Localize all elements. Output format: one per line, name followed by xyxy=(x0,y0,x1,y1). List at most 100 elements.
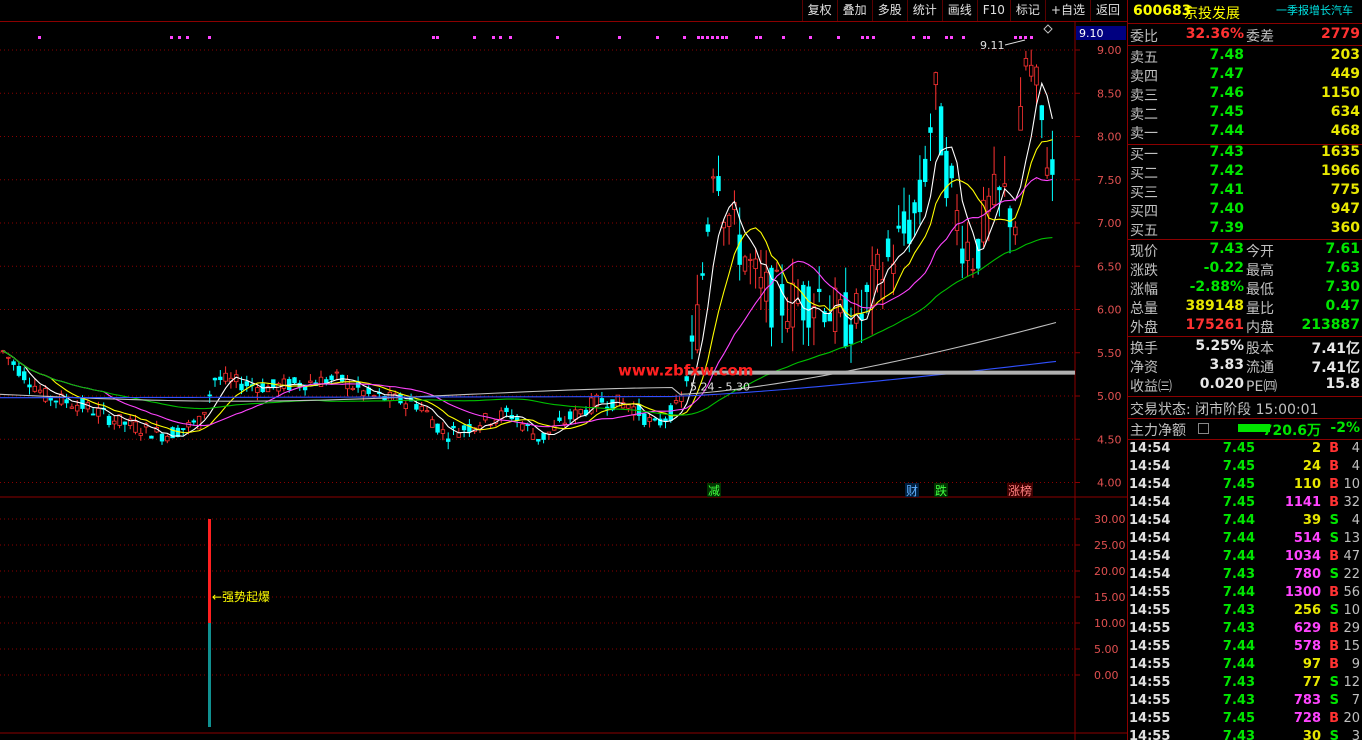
ask-row[interactable]: 卖一 7.44 468 xyxy=(1128,123,1362,142)
trade-time: 14:55 xyxy=(1129,729,1171,740)
toolbar-button[interactable]: +自选 xyxy=(1044,0,1090,21)
trade-row: 14:55 7.43 256 S 10 xyxy=(1128,603,1362,621)
trade-row: 14:55 7.43 77 S 12 xyxy=(1128,675,1362,693)
signal-marker xyxy=(432,36,435,39)
candle-body xyxy=(498,410,504,420)
diamond-icon[interactable] xyxy=(1043,24,1053,34)
candle-body xyxy=(271,379,276,388)
candle-body xyxy=(403,403,408,409)
detail-icon[interactable] xyxy=(1198,423,1209,434)
trade-count: 12 xyxy=(1343,675,1360,690)
news-ticker[interactable]: 一季报增长汽车 xyxy=(1276,2,1353,18)
price-range-label: 5.24 - 5.30 xyxy=(690,381,750,394)
bid-row[interactable]: 买一 7.43 1635 xyxy=(1128,144,1362,163)
trade-side: B xyxy=(1329,639,1339,654)
trade-side: B xyxy=(1329,657,1339,672)
price-tick-label: 4.00 xyxy=(1097,477,1122,490)
ma20-line xyxy=(2,176,1053,428)
main-flow-value: -720.6万 xyxy=(1256,423,1321,439)
toolbar-button[interactable]: 返回 xyxy=(1089,0,1125,21)
trade-volume: 514 xyxy=(1293,531,1321,546)
trade-time: 14:54 xyxy=(1129,459,1171,474)
trade-volume: 1034 xyxy=(1284,549,1321,564)
field-label: 涨跌 xyxy=(1130,263,1158,279)
bid-row[interactable]: 买二 7.42 1966 xyxy=(1128,163,1362,182)
trade-count: 32 xyxy=(1343,495,1360,510)
signal-marker xyxy=(556,36,559,39)
trade-count: 3 xyxy=(1351,729,1360,740)
candle-body xyxy=(986,195,991,212)
trade-time: 14:55 xyxy=(1129,639,1171,654)
candle-body xyxy=(896,225,901,229)
quote-row: 总量 389148 量比 0.47 xyxy=(1128,298,1362,317)
trade-time: 14:55 xyxy=(1129,585,1171,600)
trade-price: 7.45 xyxy=(1222,711,1255,726)
candle-body xyxy=(705,224,711,232)
candle-body xyxy=(191,420,196,423)
divider xyxy=(1128,45,1362,46)
indicator-tick-label: 5.00 xyxy=(1094,643,1119,656)
candle-body xyxy=(907,219,912,244)
field-value: 15.8 xyxy=(1325,376,1360,392)
trade-side: S xyxy=(1329,531,1339,546)
quote-row: 外盘 175261 内盘 213887 xyxy=(1128,317,1362,336)
candle-body xyxy=(917,179,923,213)
candle-body xyxy=(244,381,249,387)
bid-row[interactable]: 买五 7.39 360 xyxy=(1128,220,1362,239)
ask-row[interactable]: 卖三 7.46 1150 xyxy=(1128,85,1362,104)
field-value: 389148 xyxy=(1185,298,1244,314)
indicator-annotation: ←强势起爆 xyxy=(212,590,270,604)
candle-body xyxy=(133,421,138,433)
bid-row[interactable]: 买三 7.41 775 xyxy=(1128,182,1362,201)
level-volume: 1635 xyxy=(1321,144,1360,160)
trade-side: S xyxy=(1329,675,1339,690)
level-label: 卖一 xyxy=(1130,126,1158,142)
field-value: 7.41亿 xyxy=(1311,341,1360,357)
candle-body xyxy=(928,127,933,133)
main-flow-pct: -2% xyxy=(1330,420,1360,436)
ask-row[interactable]: 卖四 7.47 449 xyxy=(1128,66,1362,85)
level-volume: 634 xyxy=(1330,104,1360,120)
candle-body xyxy=(679,395,684,402)
candle-body xyxy=(37,389,43,393)
stock-name[interactable]: 京投发展 xyxy=(1184,3,1240,23)
trade-count: 7 xyxy=(1351,693,1360,708)
toolbar-button[interactable]: 多股 xyxy=(871,0,907,21)
toolbar-button[interactable]: 标记 xyxy=(1009,0,1045,21)
quote-panel: 600683 京投发展 一季报增长汽车 委比 32.36% 委差 2779 卖五… xyxy=(1127,0,1362,740)
trade-count: 22 xyxy=(1343,567,1360,582)
trade-volume: 97 xyxy=(1302,657,1321,672)
candle-body xyxy=(75,404,80,412)
trade-count: 4 xyxy=(1351,441,1360,456)
candle-body xyxy=(695,304,700,351)
toolbar-button[interactable]: F10 xyxy=(976,0,1010,21)
candle-body xyxy=(711,176,716,179)
toolbar-button[interactable]: 叠加 xyxy=(836,0,872,21)
candle-body xyxy=(424,410,430,413)
event-marker: 减 xyxy=(708,484,720,498)
divider xyxy=(1128,396,1362,397)
toolbar-button[interactable]: 画线 xyxy=(941,0,977,21)
trade-row: 14:55 7.44 578 B 15 xyxy=(1128,639,1362,657)
indicator-tick-label: 20.00 xyxy=(1094,565,1126,578)
trade-volume: 39 xyxy=(1302,513,1321,528)
signal-marker xyxy=(945,36,948,39)
candle-body xyxy=(965,241,970,261)
candle-body xyxy=(801,284,806,321)
kline-chart[interactable]: 9.00 8.50 8.00 7.50 7.00 6.50 6.00 5.50 5.00 4.50… xyxy=(0,22,1127,740)
level-label: 买一 xyxy=(1130,147,1158,163)
signal-marker xyxy=(697,36,700,39)
field-label: 现价 xyxy=(1130,244,1158,260)
candle-body xyxy=(451,425,456,429)
ask-row[interactable]: 卖五 7.48 203 xyxy=(1128,47,1362,66)
trade-time: 14:55 xyxy=(1129,693,1171,708)
toolbar-button[interactable]: 复权 xyxy=(801,0,837,21)
stock-code[interactable]: 600683 xyxy=(1133,3,1191,19)
bid-row[interactable]: 买四 7.40 947 xyxy=(1128,201,1362,220)
toolbar-button[interactable]: 统计 xyxy=(906,0,942,21)
stats-row: 净资 3.83 流通 7.41亿 xyxy=(1128,357,1362,376)
ask-row[interactable]: 卖二 7.45 634 xyxy=(1128,104,1362,123)
candle-body xyxy=(96,408,101,417)
candle-body xyxy=(790,282,795,328)
trade-row: 14:55 7.43 783 S 7 xyxy=(1128,693,1362,711)
